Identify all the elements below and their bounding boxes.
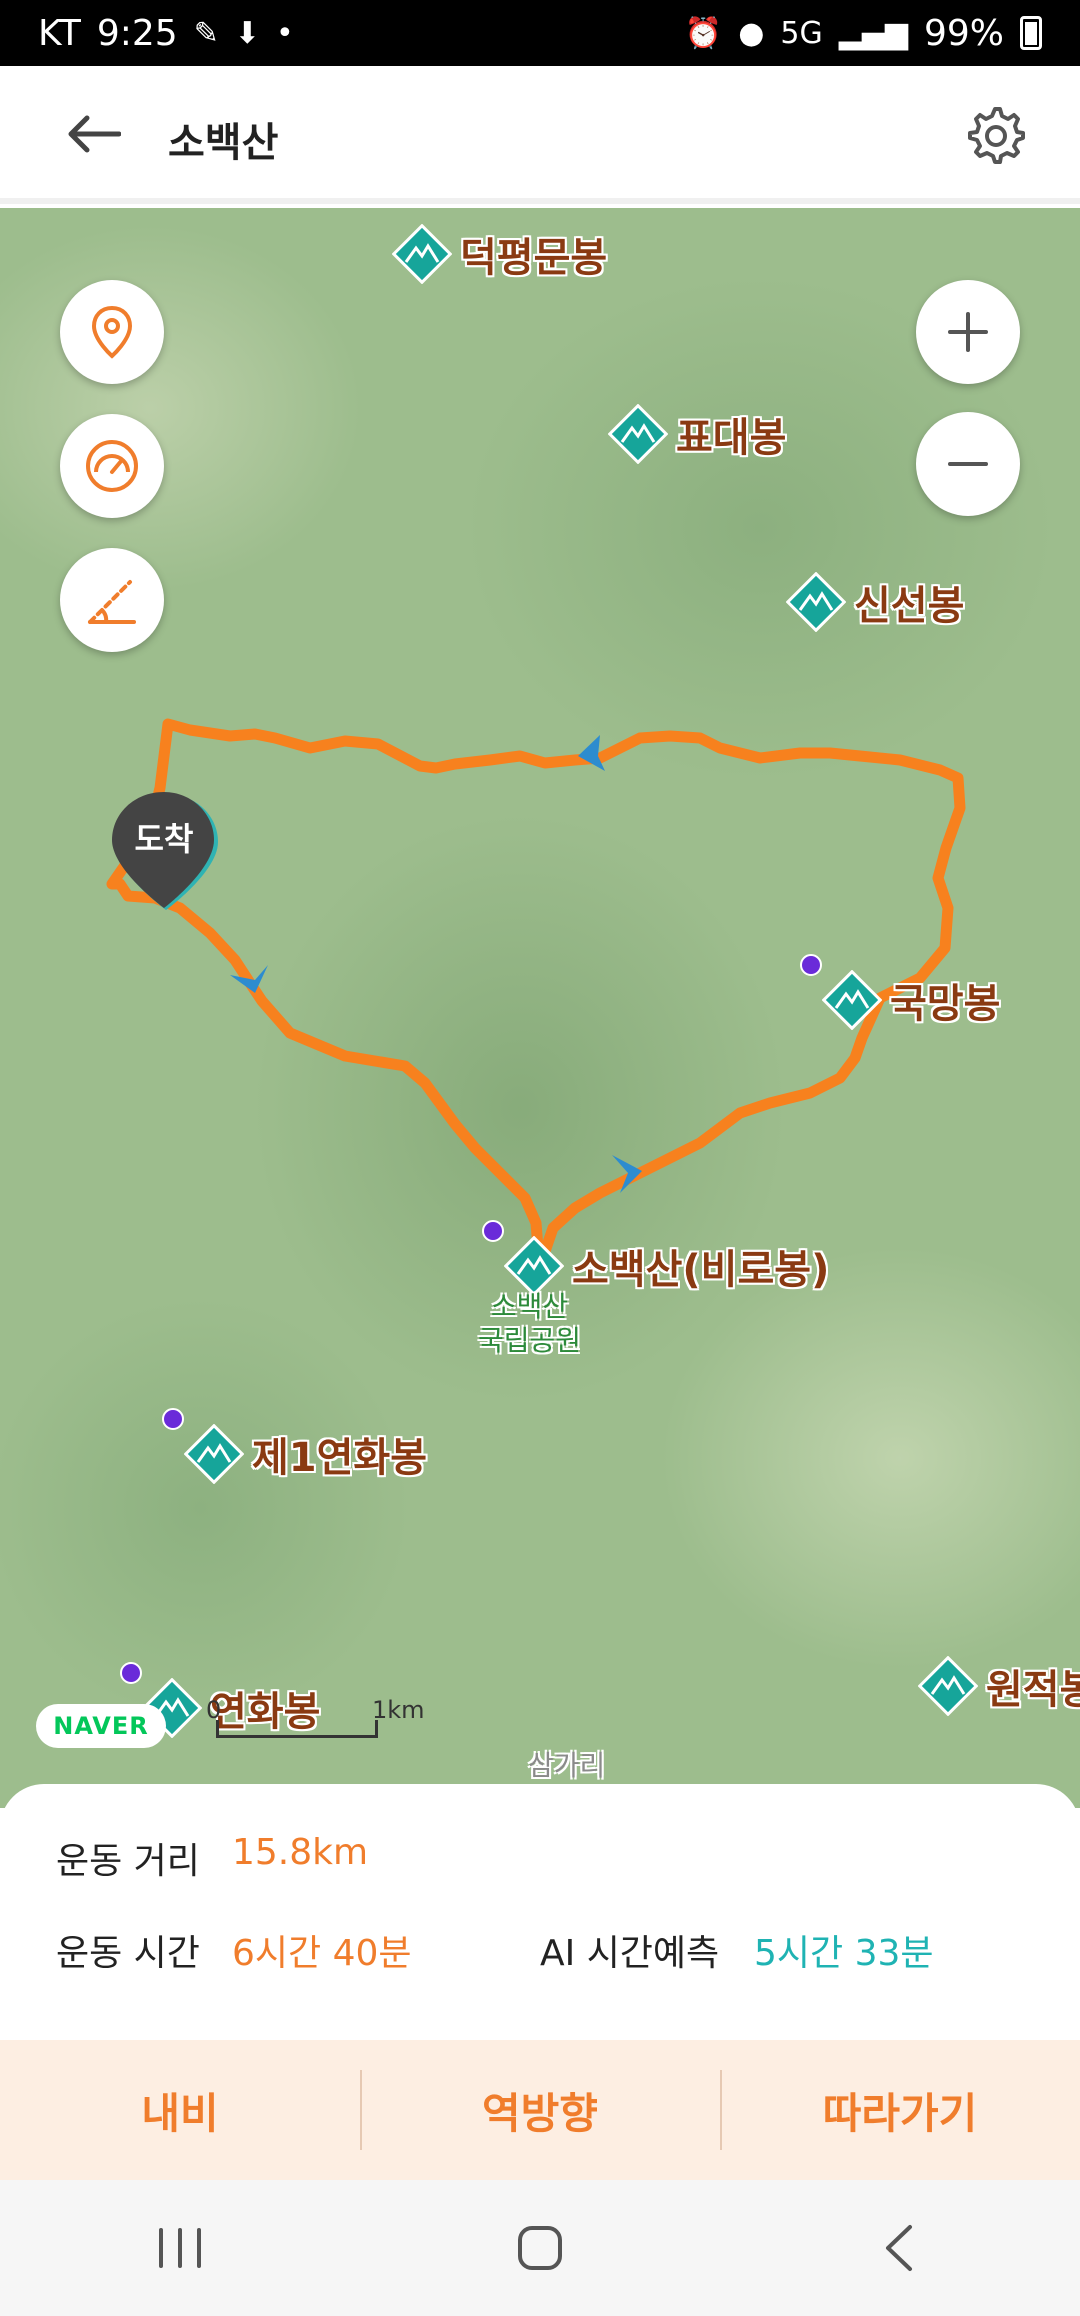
slope-icon bbox=[88, 580, 136, 624]
zoom-in-button[interactable] bbox=[916, 280, 1020, 384]
peak-marker[interactable]: 원적봉 bbox=[917, 1655, 1080, 1717]
location-icon: ● bbox=[738, 15, 765, 51]
elevation-button[interactable] bbox=[60, 548, 164, 652]
ai-time-label: AI 시간예측 bbox=[540, 1933, 720, 1974]
peak-label: 표대봉 bbox=[676, 415, 787, 461]
system-nav-bar bbox=[0, 2180, 1080, 2316]
zoom-out-button[interactable] bbox=[916, 412, 1020, 516]
page-title: 소백산 bbox=[168, 120, 279, 166]
clock: 9:25 bbox=[96, 12, 178, 54]
exercise-time-label: 운동 시간 bbox=[56, 1933, 200, 1974]
recent-apps-icon bbox=[159, 2228, 201, 2268]
speedometer-icon bbox=[86, 440, 138, 492]
minus-icon bbox=[948, 462, 988, 466]
signal-icon: ▂▄▆ bbox=[838, 15, 908, 51]
speed-button[interactable] bbox=[60, 414, 164, 518]
battery-percent: 99% bbox=[923, 12, 1004, 54]
badge-icon bbox=[162, 1408, 184, 1430]
national-park-label: 소백산 국립공원 bbox=[478, 1290, 581, 1358]
arrow-left-icon bbox=[68, 115, 121, 153]
plus-icon bbox=[948, 312, 988, 352]
map-scale-bar bbox=[216, 1720, 378, 1738]
peak-marker[interactable]: 신선봉 bbox=[785, 571, 965, 633]
follow-route-button[interactable]: 따라가기 bbox=[720, 2040, 1080, 2180]
mountain-icon bbox=[482, 1220, 565, 1297]
peak-label: 신선봉 bbox=[854, 583, 965, 629]
badge-icon bbox=[120, 1662, 142, 1684]
peak-label: 덕평문봉 bbox=[460, 235, 608, 281]
my-location-button[interactable] bbox=[60, 280, 164, 384]
map-pin-icon bbox=[112, 792, 218, 910]
ai-time-value: 5시간 33분 bbox=[754, 1933, 934, 1974]
peak-label: 제1연화봉 bbox=[252, 1435, 428, 1481]
app-bar: 소백산 bbox=[0, 66, 1080, 204]
scale-end-label: 1km bbox=[372, 1696, 425, 1724]
dot-icon: • bbox=[275, 15, 294, 51]
network-label: 5G bbox=[780, 15, 823, 51]
home-button[interactable] bbox=[480, 2208, 600, 2288]
distance-value: 15.8km bbox=[232, 1832, 369, 1873]
navigation-button[interactable]: 내비 bbox=[0, 2040, 360, 2180]
mountain-icon bbox=[800, 954, 883, 1031]
park-label-line2: 국립공원 bbox=[478, 1324, 582, 1357]
peak-marker[interactable]: 국망봉 bbox=[800, 954, 1001, 1031]
arrival-marker[interactable]: 도착 bbox=[108, 790, 220, 910]
route-info-sheet: 운동 거리 15.8km 운동 시간 6시간 40분 AI 시간예측 5시간 3… bbox=[0, 1784, 1080, 2040]
alarm-icon: ⏰ bbox=[684, 15, 723, 51]
system-back-button[interactable] bbox=[840, 2208, 960, 2288]
status-right: ⏰ ● 5G ▂▄▆ 99% bbox=[685, 13, 1042, 54]
distance-label: 운동 거리 bbox=[56, 1841, 200, 1882]
mountain-icon bbox=[391, 223, 453, 285]
peak-label: 국망봉 bbox=[890, 981, 1001, 1027]
peak-label: 소백산(비로봉) bbox=[572, 1247, 830, 1293]
status-bar: KT 9:25 ✎ ⬇ • ⏰ ● 5G ▂▄▆ 99% bbox=[0, 0, 1080, 66]
naver-logo: NAVER bbox=[36, 1704, 166, 1748]
home-icon bbox=[518, 2226, 562, 2270]
map-view[interactable]: 도착 덕평문봉 표대봉 신선봉 국망봉 소백산(비로봉) 소백산 국립공원 제1… bbox=[0, 208, 1080, 1808]
reverse-direction-button[interactable]: 역방향 bbox=[360, 2040, 720, 2180]
notification-icon: ✎ bbox=[193, 15, 219, 51]
park-label-line1: 소백산 bbox=[490, 1290, 569, 1323]
peak-marker[interactable]: 소백산(비로봉) bbox=[482, 1220, 830, 1297]
peak-marker[interactable]: 제1연화봉 bbox=[162, 1408, 428, 1485]
download-icon: ⬇ bbox=[234, 15, 260, 51]
mountain-icon bbox=[162, 1408, 245, 1485]
badge-icon bbox=[800, 954, 822, 976]
battery-icon bbox=[1020, 16, 1042, 50]
peak-marker[interactable]: 덕평문봉 bbox=[391, 223, 608, 285]
badge-icon bbox=[482, 1220, 504, 1242]
scale-start-label: 0 bbox=[206, 1696, 222, 1724]
chevron-left-icon bbox=[886, 2225, 912, 2271]
place-label: 삼가리 bbox=[528, 1749, 606, 1782]
location-pin-icon bbox=[91, 305, 133, 359]
mountain-icon bbox=[607, 403, 669, 465]
carrier-label: KT bbox=[38, 12, 81, 54]
settings-button[interactable] bbox=[960, 102, 1030, 168]
action-bar: 내비 역방향 따라가기 bbox=[0, 2040, 1080, 2180]
mountain-icon bbox=[917, 1655, 979, 1717]
arrival-pin-label: 도착 bbox=[134, 820, 194, 858]
mountain-icon bbox=[785, 571, 847, 633]
peak-marker[interactable]: 표대봉 bbox=[607, 403, 787, 465]
recent-apps-button[interactable] bbox=[120, 2208, 240, 2288]
exercise-time-value: 6시간 40분 bbox=[232, 1933, 412, 1974]
gear-icon bbox=[968, 107, 1025, 164]
status-left: KT 9:25 ✎ ⬇ • bbox=[38, 13, 294, 54]
back-button[interactable] bbox=[58, 106, 128, 162]
peak-label: 원적봉 bbox=[986, 1667, 1080, 1713]
